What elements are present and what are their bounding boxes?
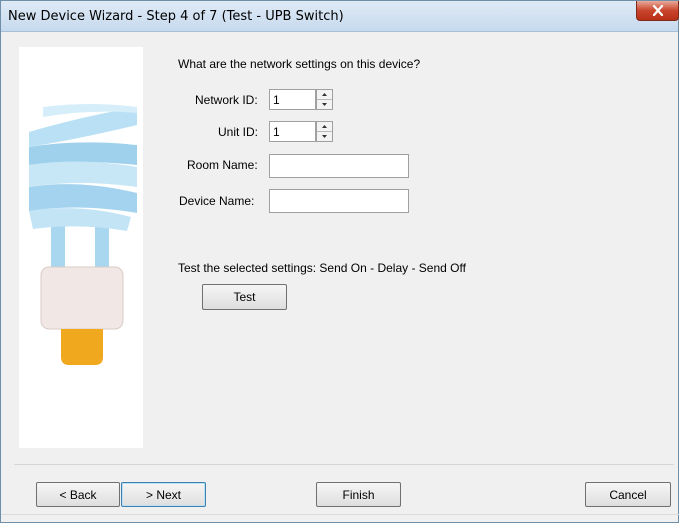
next-button[interactable]: > Next: [121, 482, 206, 507]
spinner-down-icon[interactable]: [317, 100, 332, 109]
test-description: Test the selected settings: Send On - De…: [178, 261, 466, 275]
back-button-label: < Back: [59, 487, 97, 502]
network-id-label: Network ID:: [195, 93, 258, 107]
network-id-stepper[interactable]: [316, 89, 333, 110]
wizard-window: New Device Wizard - Step 4 of 7 (Test - …: [0, 0, 679, 523]
window-bottom-edge: [1, 514, 679, 515]
unit-id-stepper[interactable]: [316, 121, 333, 142]
footer-divider: [14, 464, 674, 465]
spinner-up-icon[interactable]: [317, 90, 332, 100]
spinner-down-icon[interactable]: [317, 132, 332, 141]
test-button[interactable]: Test: [202, 284, 287, 310]
close-button[interactable]: [636, 1, 679, 21]
window-title: New Device Wizard - Step 4 of 7 (Test - …: [8, 9, 344, 24]
room-name-label: Room Name:: [187, 158, 258, 172]
unit-id-field[interactable]: [269, 121, 316, 142]
back-button[interactable]: < Back: [36, 482, 120, 507]
close-icon: [652, 5, 664, 16]
settings-prompt: What are the network settings on this de…: [178, 57, 421, 71]
illustration-panel: [19, 47, 143, 448]
light-bulb-icon: [19, 47, 143, 453]
unit-id-label: Unit ID:: [218, 125, 259, 139]
title-bar[interactable]: New Device Wizard - Step 4 of 7 (Test - …: [1, 1, 679, 32]
cancel-button[interactable]: Cancel: [585, 482, 671, 507]
finish-button[interactable]: Finish: [316, 482, 401, 507]
next-button-label: > Next: [145, 487, 181, 502]
network-id-field[interactable]: [269, 89, 316, 110]
device-name-label: Device Name:: [179, 194, 255, 208]
cancel-button-label: Cancel: [609, 487, 647, 502]
finish-button-label: Finish: [342, 487, 375, 502]
room-name-field[interactable]: [269, 154, 409, 178]
device-name-field[interactable]: [269, 189, 409, 213]
spinner-up-icon[interactable]: [317, 122, 332, 132]
